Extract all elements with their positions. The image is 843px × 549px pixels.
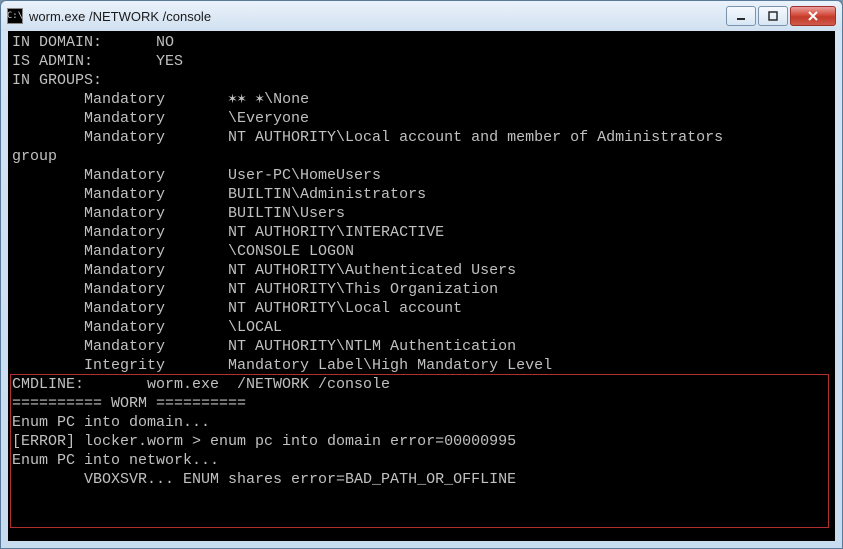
console-line: [ERROR] locker.worm > enum pc into domai…: [12, 432, 831, 451]
console-line: Mandatory NT AUTHORITY\Local account: [12, 299, 831, 318]
console-line: CMDLINE: worm.exe /NETWORK /console: [12, 375, 831, 394]
minimize-icon: [736, 11, 746, 21]
window-controls: [726, 6, 836, 26]
console-line: Integrity Mandatory Label\High Mandatory…: [12, 356, 831, 375]
maximize-button[interactable]: [758, 6, 788, 26]
console-line: Mandatory \Everyone: [12, 109, 831, 128]
console-line: group: [12, 147, 831, 166]
console-line: Mandatory ✶✶ ✶\None: [12, 90, 831, 109]
console-line: VBOXSVR... ENUM shares error=BAD_PATH_OR…: [12, 470, 831, 489]
maximize-icon: [768, 11, 778, 21]
app-icon: C:\: [7, 8, 23, 24]
console-line: Mandatory NT AUTHORITY\INTERACTIVE: [12, 223, 831, 242]
console-line: IN GROUPS:: [12, 71, 831, 90]
console-line: [12, 489, 831, 508]
console-window: C:\ worm.exe /NETWORK /console IN DOMAIN: [0, 0, 843, 549]
console-line: Mandatory \LOCAL: [12, 318, 831, 337]
console-line: IN DOMAIN: NO: [12, 33, 831, 52]
console-line: Mandatory User-PC\HomeUsers: [12, 166, 831, 185]
titlebar[interactable]: C:\ worm.exe /NETWORK /console: [1, 1, 842, 31]
console-line: Mandatory \CONSOLE LOGON: [12, 242, 831, 261]
console-output[interactable]: IN DOMAIN: NOIS ADMIN: YESIN GROUPS: Man…: [8, 31, 835, 541]
minimize-button[interactable]: [726, 6, 756, 26]
console-line: IS ADMIN: YES: [12, 52, 831, 71]
console-line: Mandatory NT AUTHORITY\NTLM Authenticati…: [12, 337, 831, 356]
console-line: Mandatory NT AUTHORITY\Authenticated Use…: [12, 261, 831, 280]
window-title: worm.exe /NETWORK /console: [29, 9, 726, 24]
console-line: Mandatory NT AUTHORITY\This Organization: [12, 280, 831, 299]
console-line: Mandatory BUILTIN\Administrators: [12, 185, 831, 204]
console-line: Mandatory NT AUTHORITY\Local account and…: [12, 128, 831, 147]
console-line: Enum PC into domain...: [12, 413, 831, 432]
console-line: ========== WORM ==========: [12, 394, 831, 413]
console-line: [12, 508, 831, 527]
console-line: Mandatory BUILTIN\Users: [12, 204, 831, 223]
close-icon: [807, 11, 819, 21]
console-line: Enum PC into network...: [12, 451, 831, 470]
close-button[interactable]: [790, 6, 836, 26]
